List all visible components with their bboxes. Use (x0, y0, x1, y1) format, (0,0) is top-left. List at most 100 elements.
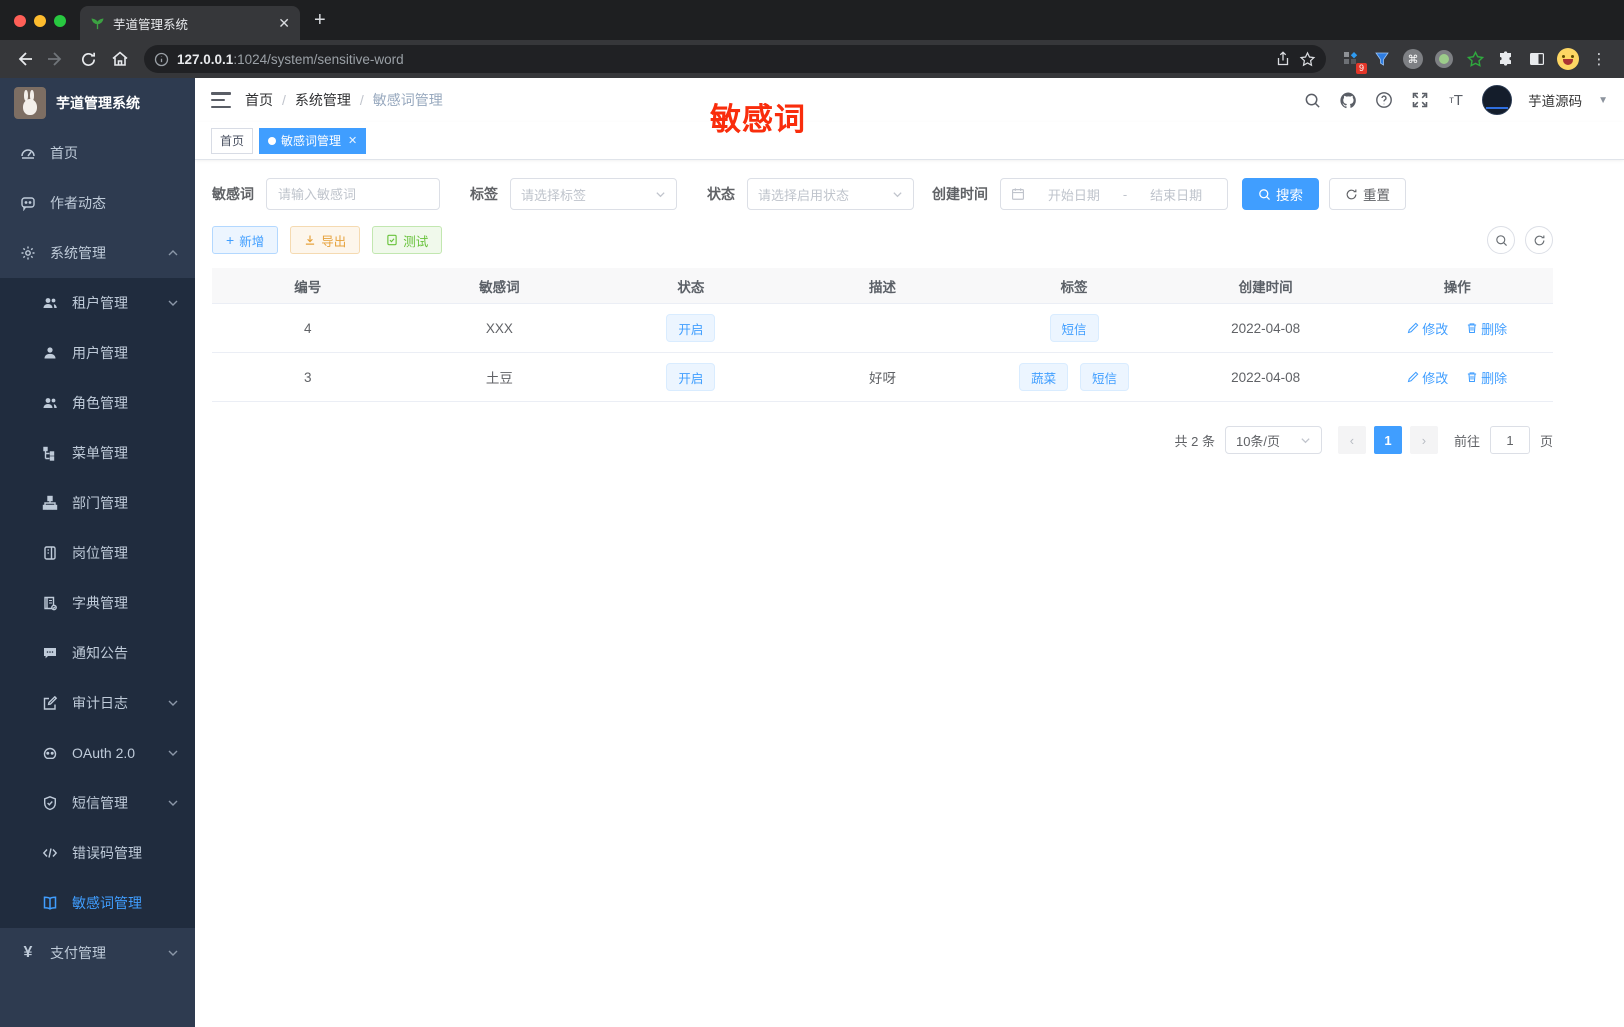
page-content: 敏感词 标签 请选择标签 状态 请选择启用状态 创建时间 开始日 (195, 160, 1553, 454)
keyword-input[interactable] (266, 178, 440, 210)
help-icon[interactable] (1374, 90, 1394, 110)
window-maximize-button[interactable] (54, 15, 66, 27)
table-tools (1487, 226, 1553, 254)
show-search-toggle-button[interactable] (1487, 226, 1515, 254)
status-select[interactable]: 请选择启用状态 (747, 178, 914, 210)
delete-link[interactable]: 删除 (1466, 319, 1507, 338)
page-number-button[interactable]: 1 (1373, 426, 1402, 454)
sidebar-item-author-news[interactable]: 作者动态 (0, 178, 195, 228)
date-separator: - (1122, 186, 1128, 202)
sidebar-item-sms-management[interactable]: 短信管理 (0, 778, 195, 828)
page-unit-label: 页 (1539, 433, 1553, 449)
edit-link[interactable]: 修改 (1407, 319, 1448, 338)
add-button[interactable]: + 新增 (212, 226, 279, 254)
home-button[interactable] (106, 45, 134, 73)
site-info-icon[interactable] (154, 52, 169, 67)
user-menu-caret-icon[interactable]: ▼ (1598, 95, 1608, 106)
extension-funnel-icon[interactable] (1371, 48, 1393, 70)
extensions-puzzle-icon[interactable] (1495, 48, 1517, 70)
edit-document-icon (42, 695, 58, 711)
tag-select[interactable]: 请选择标签 (510, 178, 677, 210)
sidebar-collapse-icon[interactable] (211, 92, 231, 108)
search-button[interactable]: 搜索 (1242, 178, 1319, 210)
extension-command-icon[interactable]: ⌘ (1402, 48, 1424, 70)
fullscreen-icon[interactable] (1410, 90, 1430, 110)
breadcrumb-home[interactable]: 首页 (245, 90, 273, 110)
sidebar-item-post-management[interactable]: 岗位管理 (0, 528, 195, 578)
sidebar-item-notice-announcement[interactable]: 通知公告 (0, 628, 195, 678)
date-range-picker[interactable]: 开始日期 - 结束日期 (1000, 178, 1228, 210)
breadcrumb-system[interactable]: 系统管理 (295, 90, 351, 110)
sidebar-item-error-code-management[interactable]: 错误码管理 (0, 828, 195, 878)
new-tab-button[interactable]: + (314, 9, 326, 32)
sidebar-item-role-management[interactable]: 角色管理 (0, 378, 195, 428)
tab-title: 芋道管理系统 (113, 17, 189, 32)
bookmark-star-icon[interactable] (1299, 50, 1316, 68)
tag-close-icon[interactable]: ✕ (348, 134, 357, 147)
profile-avatar-icon[interactable] (1557, 48, 1579, 70)
user-avatar[interactable] (1482, 85, 1513, 115)
download-icon (306, 235, 315, 245)
badge-icon (42, 545, 58, 561)
extension-record-icon[interactable] (1433, 48, 1455, 70)
tab-close-icon[interactable]: ✕ (278, 15, 290, 32)
red-annotation-text: 敏感词 (710, 102, 806, 137)
top-navbar: 首页 / 系统管理 / 敏感词管理 тT 芋道源码 ▼ (195, 78, 1624, 122)
sidebar-item-dict-management[interactable]: 字典管理 (0, 578, 195, 628)
goto-label: 前往 (1453, 433, 1480, 449)
font-size-icon[interactable]: тT (1446, 90, 1466, 110)
tag-sensitive-word[interactable]: 敏感词管理 ✕ (259, 127, 367, 154)
sidebar-item-payment-management[interactable]: ¥ 支付管理 (0, 928, 195, 978)
extensions-area: 9 ⌘ ⋮ (1336, 48, 1614, 74)
export-button[interactable]: 导出 (290, 226, 361, 254)
sidebar: 芋道管理系统 首页 作者动态 系统管理 租户管理 用户管理 角色管理 菜单管理 … (0, 78, 195, 1027)
prev-page-button[interactable]: ‹ (1337, 426, 1366, 454)
delete-link[interactable]: 删除 (1466, 368, 1507, 387)
keyword-label: 敏感词 (212, 186, 254, 202)
test-button[interactable]: 测试 (372, 226, 443, 254)
search-icon[interactable] (1302, 90, 1322, 110)
browser-tab-strip: 芋道管理系统 ✕ + (0, 0, 1624, 40)
table-row: 4 XXX 开启 短信 2022-04-08 修改 删除 (212, 304, 1553, 353)
extension-star-icon[interactable] (1464, 48, 1486, 70)
reset-button[interactable]: 重置 (1329, 178, 1406, 210)
refresh-table-button[interactable] (1525, 226, 1553, 254)
cell-ops: 修改 删除 (1361, 368, 1553, 387)
cell-created: 2022-04-08 (1231, 369, 1301, 385)
col-id: 编号 (294, 279, 322, 295)
tag-home[interactable]: 首页 (211, 127, 254, 154)
extension-grid-icon[interactable]: 9 (1340, 48, 1367, 74)
sidebar-item-user-management[interactable]: 用户管理 (0, 328, 195, 378)
sidebar-item-sensitive-word-management[interactable]: 敏感词管理 (0, 878, 195, 928)
next-page-button[interactable]: › (1409, 426, 1438, 454)
sidebar-item-menu-management[interactable]: 菜单管理 (0, 428, 195, 478)
share-icon[interactable] (1275, 51, 1291, 67)
sidebar-item-tenant-management[interactable]: 租户管理 (0, 278, 195, 328)
edit-link[interactable]: 修改 (1407, 368, 1448, 387)
url-bar[interactable]: 127.0.0.1:1024/system/sensitive-word (144, 45, 1326, 73)
side-panel-icon[interactable] (1526, 48, 1548, 70)
dictionary-book-icon (42, 595, 58, 611)
browser-tab[interactable]: 芋道管理系统 ✕ (80, 6, 300, 40)
window-close-button[interactable] (14, 15, 26, 27)
sidebar-logo[interactable]: 芋道管理系统 (0, 78, 195, 128)
back-button[interactable] (10, 45, 38, 73)
sidebar-item-home[interactable]: 首页 (0, 128, 195, 178)
sidebar-item-system-management[interactable]: 系统管理 (0, 228, 195, 278)
sidebar-item-audit-log[interactable]: 审计日志 (0, 678, 195, 728)
forward-button[interactable] (42, 45, 70, 73)
yen-icon: ¥ (23, 944, 33, 961)
cell-created: 2022-04-08 (1231, 320, 1301, 336)
goto-page-input[interactable] (1489, 426, 1530, 454)
window-minimize-button[interactable] (34, 15, 46, 27)
page-size-select[interactable]: 10条/页 (1224, 426, 1322, 454)
table-header-row: 编号 敏感词 状态 描述 标签 创建时间 操作 (212, 268, 1553, 304)
sidebar-item-oauth[interactable]: OAuth 2.0 (0, 728, 195, 778)
tree-list-icon (42, 445, 58, 461)
plus-icon: + (226, 232, 235, 248)
date-start-placeholder: 开始日期 (1047, 187, 1100, 203)
reload-button[interactable] (74, 45, 102, 73)
browser-menu-icon[interactable]: ⋮ (1588, 48, 1610, 70)
github-icon[interactable] (1338, 90, 1358, 110)
sidebar-item-department-management[interactable]: 部门管理 (0, 478, 195, 528)
